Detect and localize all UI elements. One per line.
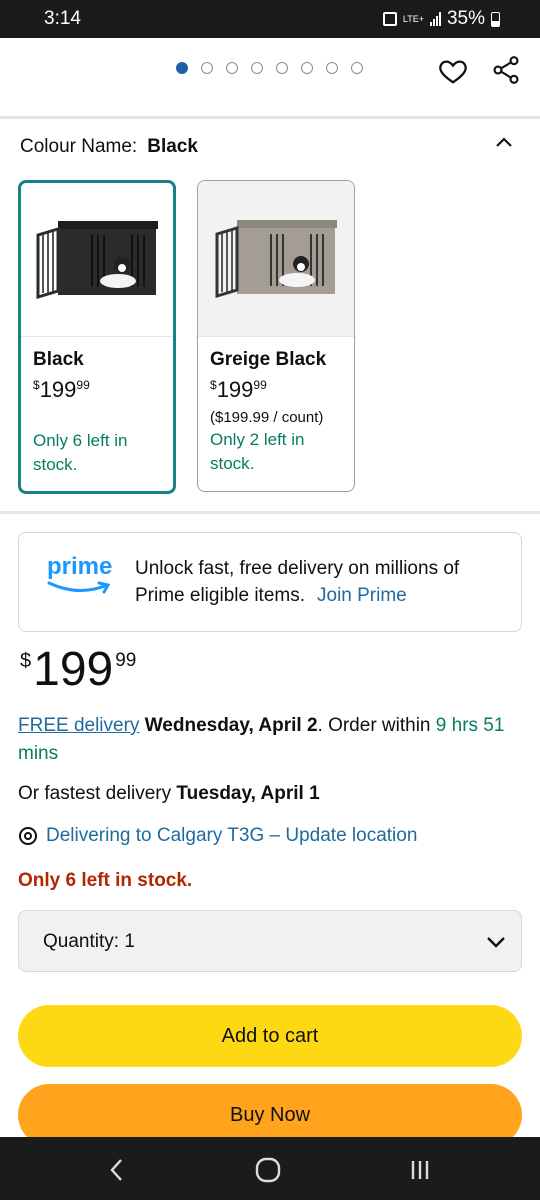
carousel-dot[interactable] [226,62,238,74]
product-image [198,181,354,337]
back-icon[interactable] [102,1155,132,1185]
lock-icon [382,12,397,26]
fastest-delivery-date: Tuesday, April 1 [176,783,320,804]
wishlist-heart-icon[interactable] [438,56,468,86]
delivery-date: Wednesday, April 2 [144,715,318,736]
status-bar: 3:14 LTE+ 35% [0,0,540,38]
price-fraction: 99 [115,650,137,671]
signal-icon [429,12,441,26]
carousel-dots [176,62,363,74]
carousel-dot[interactable] [301,62,313,74]
product-image [21,183,173,337]
swatch-price: $19999 [210,377,267,402]
quantity-value: 1 [124,931,135,952]
prime-message: Unlock fast, free delivery on millions o… [135,555,505,609]
swatch-name: Black [33,349,84,370]
battery-icon [491,11,500,27]
price-whole: 199 [33,643,114,696]
add-to-cart-button[interactable]: Add to cart [18,1005,522,1067]
delivery-location[interactable]: Delivering to Calgary T3G – Update locat… [18,825,417,847]
carousel-dot[interactable] [251,62,263,74]
prime-smile-icon [47,581,111,594]
prime-text: Unlock fast, free delivery on millions o… [135,558,460,606]
price-symbol: $ [20,650,32,672]
dog-crate-image [36,220,158,299]
swatch-greige-black[interactable]: Greige Black $19999 ($199.99 / count) On… [197,180,355,492]
image-carousel-header [0,38,540,116]
stock-status: Only 6 left in stock. [18,870,193,891]
lte-icon: LTE+ [402,13,424,24]
carousel-dot[interactable] [326,62,338,74]
swatch-name: Greige Black [210,349,327,370]
swatch-stock: Only 2 left in stock. [210,430,305,473]
colour-value: Black [147,136,198,157]
swatch-stock: Only 6 left in stock. [33,431,128,474]
delivery-info: FREE delivery Wednesday, April 2. Order … [18,712,528,768]
swatch-price: $19999 [33,377,90,402]
status-time: 3:14 [44,8,81,29]
status-icons: LTE+ 35% [382,8,500,30]
swatch-black[interactable]: Black $19999 Only 6 left in stock. [18,180,176,494]
colour-name-row: Colour Name: Black [20,136,198,158]
battery-percent: 35% [446,8,485,29]
delivery-location-link[interactable]: Delivering to Calgary T3G – Update locat… [46,825,417,847]
carousel-dot[interactable] [276,62,288,74]
divider [0,511,540,514]
location-pin-icon [19,827,37,845]
carousel-dot[interactable] [176,62,188,74]
free-delivery-link[interactable]: FREE delivery [18,715,139,736]
join-prime-link[interactable]: Join Prime [317,585,407,606]
fastest-delivery: Or fastest delivery Tuesday, April 1 [18,783,320,804]
colour-label: Colour Name: [20,136,138,157]
swatch-unit-price: ($199.99 / count) [210,409,324,426]
swatch-details: Greige Black $19999 ($199.99 / count) On… [198,337,354,488]
home-icon[interactable] [253,1155,283,1185]
divider [0,116,540,119]
recent-apps-icon[interactable] [405,1155,435,1185]
carousel-dot[interactable] [351,62,363,74]
prime-promo[interactable]: prime Unlock fast, free delivery on mill… [18,532,522,632]
share-icon[interactable] [490,54,522,86]
quantity-select[interactable]: Quantity: 1 [18,910,522,972]
dog-crate-image [215,219,337,298]
order-within-text: . Order within [317,715,436,736]
system-nav-bar [0,1137,540,1200]
quantity-label: Quantity: 1 [43,931,135,952]
chevron-up-icon[interactable] [494,132,514,152]
prime-logo: prime [47,553,113,580]
product-price: $ 199 99 [20,642,136,698]
carousel-dot[interactable] [201,62,213,74]
chevron-down-icon [487,937,505,948]
swatch-details: Black $19999 Only 6 left in stock. [21,337,173,489]
